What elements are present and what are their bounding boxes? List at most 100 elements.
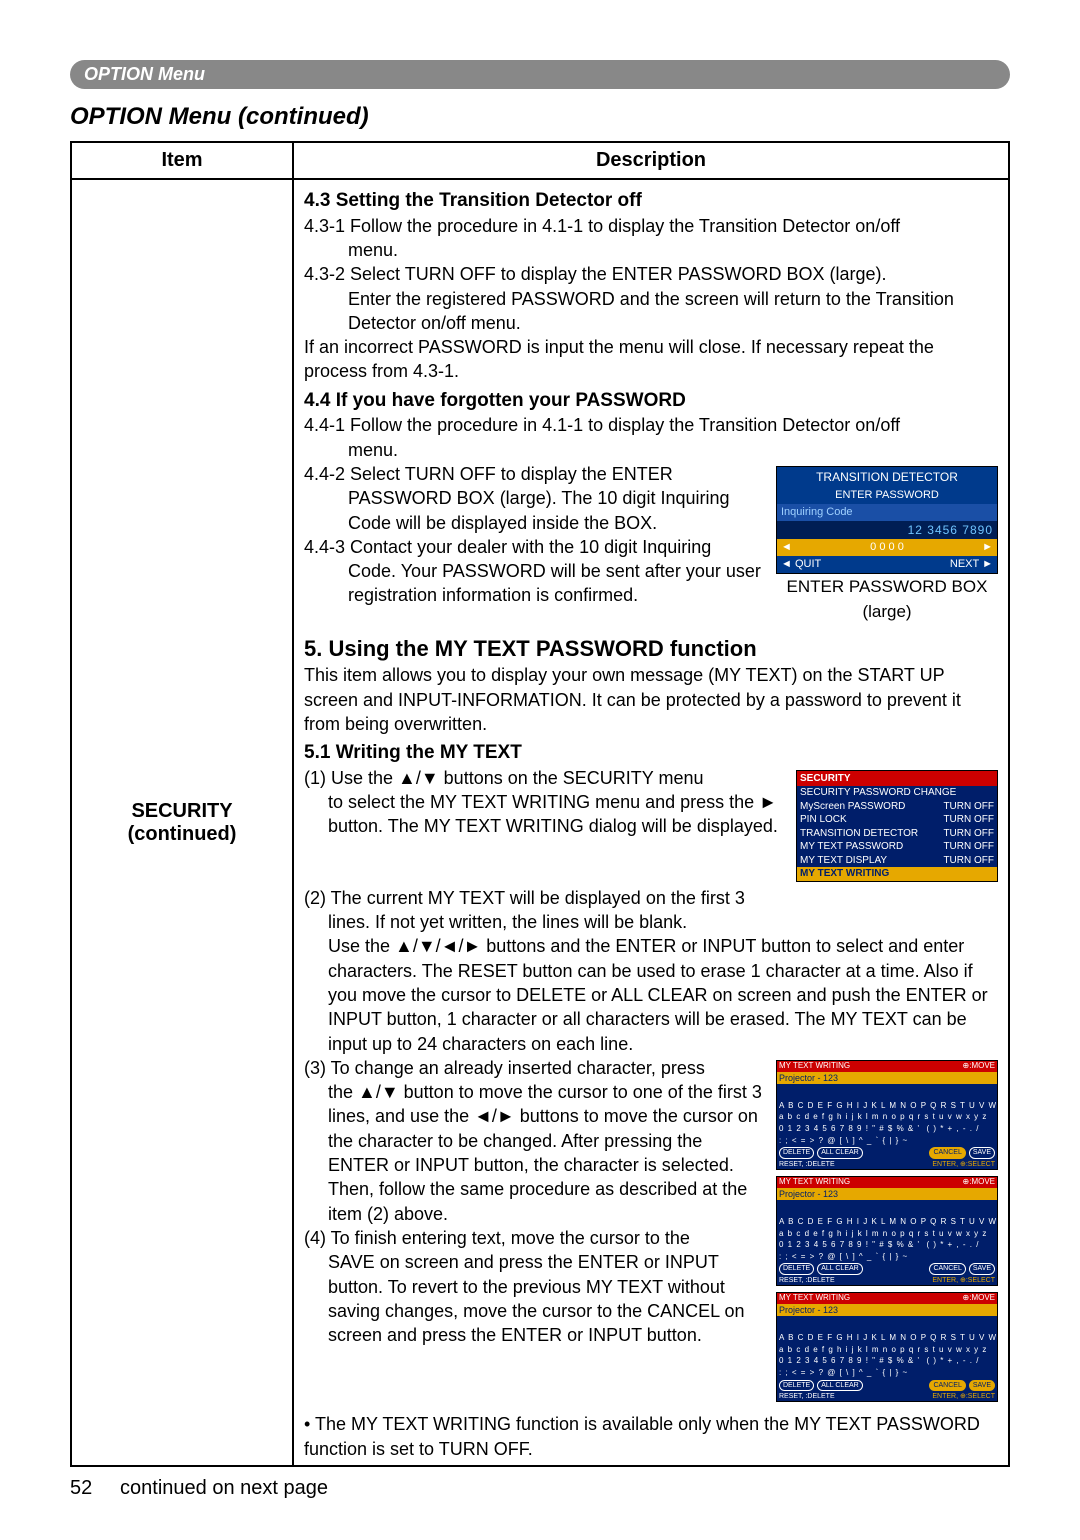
s44-p3a: 4.4-3 Contact your dealer with the 10 di… (304, 537, 711, 557)
pwbox-code-value: 12 3456 7890 (777, 521, 997, 539)
s43-p1b: menu. (304, 238, 998, 262)
txtbox-foot-l: RESET, :DELETE (779, 1160, 835, 1169)
txtbox3-bar-l: MY TEXT WRITING (779, 1293, 850, 1304)
secbox-hdr: SECURITY (797, 771, 997, 787)
s51-p4a: (4) To finish entering text, move the cu… (304, 1228, 690, 1248)
s44-p1b: menu. (304, 438, 998, 462)
txtbox3-num: 0 1 2 3 4 5 6 7 8 9 ! " # $ % & ' ( ) * … (777, 1355, 997, 1367)
txtbox2-sym: : ; < = > ? @ [ \ ] ^ _ ` { | } ~ (777, 1251, 997, 1263)
txtbox2-bar-l: MY TEXT WRITING (779, 1177, 850, 1188)
txtbox2-cancel: CANCEL (929, 1263, 965, 1274)
txtbox-2: MY TEXT WRITING ⊕:MOVE Projector - 123 A … (776, 1176, 998, 1286)
s51-p3a: (3) To change an already inserted charac… (304, 1058, 705, 1078)
txtbox-lower: a b c d e f g h i j k l m n o p q r s t … (777, 1111, 997, 1123)
desc-cell: 4.3 Setting the Transition Detector off … (293, 179, 1009, 1466)
txtbox2-delete: DELETE (779, 1263, 814, 1274)
txtbox2-foot-l: RESET, :DELETE (779, 1276, 835, 1285)
txtbox-upper: A B C D E F G H I J K L M N O P Q R S T … (777, 1100, 997, 1112)
txtbox2-upper: A B C D E F G H I J K L M N O P Q R S T … (777, 1216, 997, 1228)
txtbox-input: Projector - 123 (777, 1072, 997, 1084)
txtbox2-num: 0 1 2 3 4 5 6 7 8 9 ! " # $ % & ' ( ) * … (777, 1239, 997, 1251)
col-desc: Description (293, 142, 1009, 179)
secbox-r4l: TRANSITION DETECTOR (800, 827, 918, 841)
txtbox3-clear: ALL CLEAR (817, 1380, 862, 1391)
mytext-figures: MY TEXT WRITING ⊕:MOVE Projector - 123 A … (776, 1060, 998, 1409)
main-table: Item Description SECURITY (continued) 4.… (70, 141, 1010, 1467)
item-line2: (continued) (128, 823, 237, 845)
s43-title: 4.3 Setting the Transition Detector off (304, 188, 998, 214)
section-title: OPTION Menu (continued) (70, 103, 1010, 131)
txtbox3-foot-l: RESET, :DELETE (779, 1392, 835, 1401)
item-line1: SECURITY (131, 800, 232, 822)
pwbox-caption1: ENTER PASSWORD BOX (776, 576, 998, 599)
txtbox-bar-l: MY TEXT WRITING (779, 1061, 850, 1072)
txtbox2-foot-r: ENTER, ⊕:SELECT (932, 1276, 995, 1285)
txtbox-3: MY TEXT WRITING ⊕:MOVE Projector - 123 A … (776, 1292, 998, 1402)
col-item: Item (71, 142, 293, 179)
txtbox3-cancel: CANCEL (929, 1380, 965, 1391)
secbox-r2r: TURN OFF (943, 800, 994, 814)
txtbox-cancel: CANCEL (929, 1147, 965, 1158)
txtbox-foot-r: ENTER, ⊕:SELECT (932, 1160, 995, 1169)
txtbox2-save: SAVE (969, 1263, 995, 1274)
secbox-r5r: TURN OFF (943, 840, 994, 854)
s51-note: • The MY TEXT WRITING function is availa… (304, 1412, 998, 1461)
s51-title: 5.1 Writing the MY TEXT (304, 740, 998, 766)
secbox-r7: MY TEXT WRITING (797, 867, 997, 881)
secbox-r3r: TURN OFF (943, 813, 994, 827)
txtbox-1: MY TEXT WRITING ⊕:MOVE Projector - 123 A … (776, 1060, 998, 1170)
txtbox3-input: Projector - 123 (777, 1304, 997, 1316)
txtbox2-clear: ALL CLEAR (817, 1263, 862, 1274)
secbox-r1: SECURITY PASSWORD CHANGE (797, 786, 997, 800)
continued-note: continued on next page (120, 1477, 328, 1499)
s43-p1a: 4.3-1 Follow the procedure in 4.1-1 to d… (304, 216, 900, 236)
txtbox3-sym: : ; < = > ? @ [ \ ] ^ _ ` { | } ~ (777, 1367, 997, 1379)
secbox-r2l: MyScreen PASSWORD (800, 800, 905, 814)
security-menu-figure: SECURITY SECURITY PASSWORD CHANGE MyScre… (796, 770, 998, 882)
pwbox-title1: TRANSITION DETECTOR (777, 467, 997, 487)
txtbox-delete: DELETE (779, 1147, 814, 1158)
pwbox-code-label: Inquiring Code (777, 504, 997, 521)
txtbox3-delete: DELETE (779, 1380, 814, 1391)
txtbox3-bar-r: ⊕:MOVE (963, 1293, 995, 1304)
pwbox-title2: ENTER PASSWORD (777, 487, 997, 504)
txtbox3-foot-r: ENTER, ⊕:SELECT (932, 1392, 995, 1401)
secbox-r5l: MY TEXT PASSWORD (800, 840, 903, 854)
s5-intro: This item allows you to display your own… (304, 663, 998, 736)
pwbox-caption2: (large) (776, 601, 998, 624)
pwbox-digits: 0 0 0 0 (870, 540, 904, 555)
txtbox-bar-r: ⊕:MOVE (963, 1061, 995, 1072)
secbox-r3l: PIN LOCK (800, 813, 847, 827)
pwbox-right-arrow-icon: ► (982, 540, 993, 555)
password-box-figure: TRANSITION DETECTOR ENTER PASSWORD Inqui… (776, 466, 998, 624)
secbox-r6l: MY TEXT DISPLAY (800, 854, 887, 868)
txtbox-sym: : ; < = > ? @ [ \ ] ^ _ ` { | } ~ (777, 1135, 997, 1147)
txtbox-clear: ALL CLEAR (817, 1147, 862, 1158)
s44-p2a: 4.4-2 Select TURN OFF to display the ENT… (304, 464, 673, 484)
txtbox3-lower: a b c d e f g h i j k l m n o p q r s t … (777, 1344, 997, 1356)
header-bar: OPTION Menu (70, 60, 1010, 89)
pwbox-left-arrow-icon: ◄ (781, 540, 792, 555)
s51-p1a: (1) Use the ▲/▼ buttons on the SECURITY … (304, 768, 703, 788)
s5-title: 5. Using the MY TEXT PASSWORD function (304, 634, 998, 664)
txtbox2-bar-r: ⊕:MOVE (963, 1177, 995, 1188)
txtbox2-lower: a b c d e f g h i j k l m n o p q r s t … (777, 1228, 997, 1240)
txtbox-num: 0 1 2 3 4 5 6 7 8 9 ! " # $ % & ' ( ) * … (777, 1123, 997, 1135)
pwbox-next: NEXT ► (950, 557, 993, 572)
txtbox3-save: SAVE (969, 1380, 995, 1391)
s43-p2b: Enter the registered PASSWORD and the sc… (304, 287, 998, 336)
item-cell: SECURITY (continued) (71, 179, 293, 1466)
s44-title: 4.4 If you have forgotten your PASSWORD (304, 388, 998, 414)
s51-p2a: (2) The current MY TEXT will be displaye… (304, 888, 745, 908)
txtbox-save: SAVE (969, 1147, 995, 1158)
s43-p3: If an incorrect PASSWORD is input the me… (304, 335, 998, 384)
secbox-r4r: TURN OFF (943, 827, 994, 841)
s44-p1a: 4.4-1 Follow the procedure in 4.1-1 to d… (304, 415, 900, 435)
pwbox-quit: ◄ QUIT (781, 557, 821, 572)
txtbox3-upper: A B C D E F G H I J K L M N O P Q R S T … (777, 1332, 997, 1344)
s43-p2a: 4.3-2 Select TURN OFF to display the ENT… (304, 264, 887, 284)
page-number: 52 (70, 1477, 92, 1499)
secbox-r6r: TURN OFF (943, 854, 994, 868)
s51-p2b: lines. If not yet written, the lines wil… (304, 910, 998, 934)
txtbox2-input: Projector - 123 (777, 1188, 997, 1200)
